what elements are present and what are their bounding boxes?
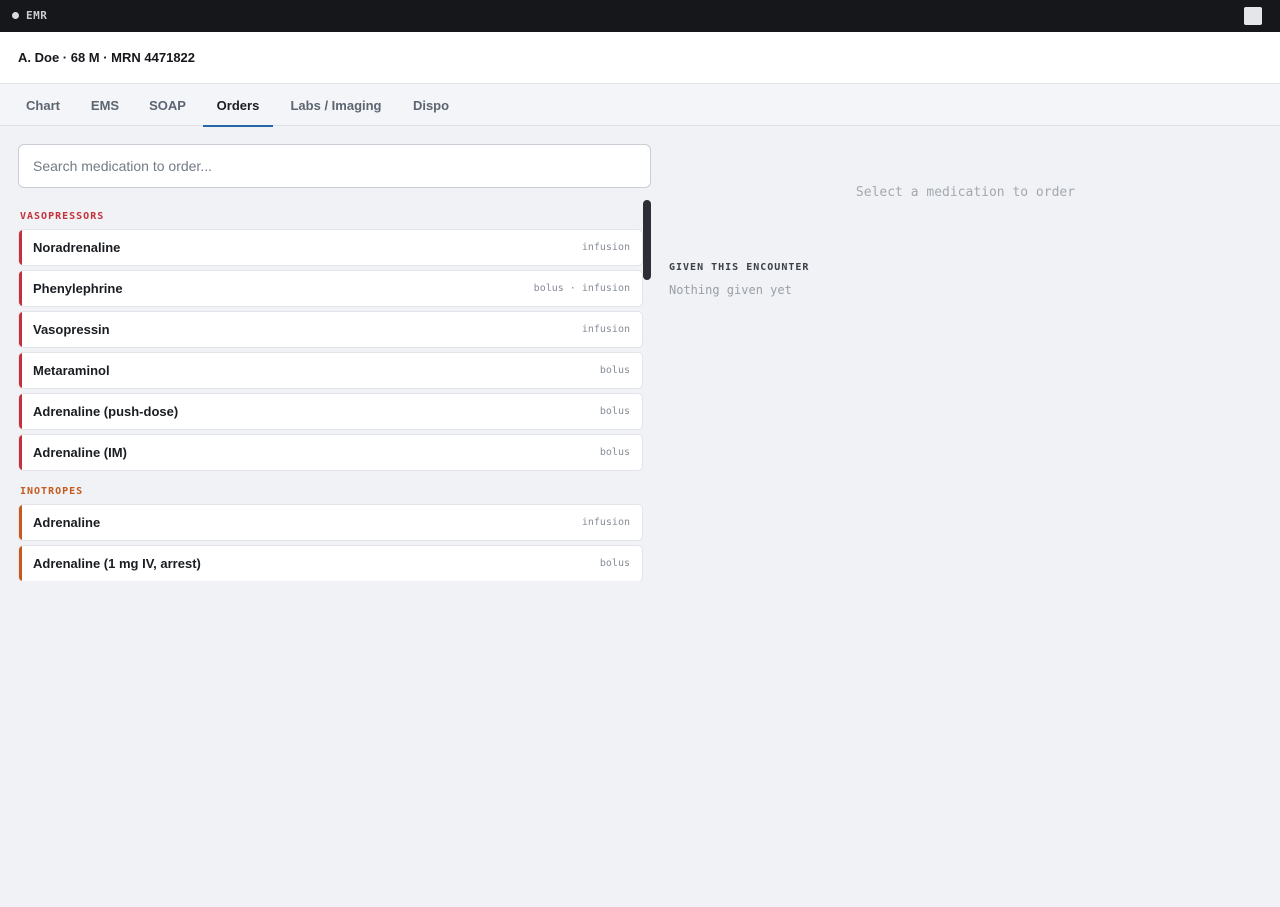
medication-name: Phenylephrine	[33, 281, 123, 296]
medication-item[interactable]: Vasopressin infusion	[18, 311, 643, 348]
medication-name: Adrenaline (1 mg IV, arrest)	[33, 556, 201, 571]
medication-route: bolus · infusion	[533, 283, 630, 294]
medication-route: bolus	[599, 406, 630, 417]
category-color-bar	[19, 271, 22, 306]
medication-route: infusion	[581, 324, 630, 335]
section-label-vasopressors: VASOPRESSORS	[20, 211, 105, 222]
status-dot-icon	[12, 12, 19, 19]
square-icon[interactable]	[1244, 7, 1262, 25]
medication-route: bolus	[599, 365, 630, 376]
section-label-inotropes: INOTROPES	[20, 486, 84, 497]
tab-orders[interactable]: Orders	[203, 84, 273, 127]
tab-dispo[interactable]: Dispo	[400, 84, 462, 126]
patient-summary: A. Doe · 68 M · MRN 4471822	[18, 50, 196, 65]
category-color-bar	[19, 435, 22, 470]
medication-search-input[interactable]	[18, 144, 651, 188]
category-color-bar	[19, 230, 22, 265]
medication-item[interactable]: Adrenaline (1 mg IV, arrest) bolus	[18, 545, 643, 581]
medication-name: Adrenaline (push-dose)	[33, 404, 179, 419]
given-empty-state: Nothing given yet	[669, 283, 792, 297]
medication-list: VASOPRESSORS Noradrenaline infusion Phen…	[18, 200, 644, 581]
app-title: EMR	[26, 9, 48, 22]
tab-labs-imaging[interactable]: Labs / Imaging	[276, 84, 396, 126]
medication-route: bolus	[599, 558, 630, 569]
medication-item[interactable]: Adrenaline (push-dose) bolus	[18, 393, 643, 430]
medication-item[interactable]: Noradrenaline infusion	[18, 229, 643, 266]
tab-chart[interactable]: Chart	[12, 84, 74, 126]
medication-route: infusion	[581, 517, 630, 528]
tab-bar: Chart EMS SOAP Orders Labs / Imaging Dis…	[0, 84, 1280, 127]
category-color-bar	[19, 546, 22, 581]
patient-header: A. Doe · 68 M · MRN 4471822	[0, 32, 1280, 84]
category-color-bar	[19, 505, 22, 540]
medication-name: Metaraminol	[33, 363, 110, 378]
category-color-bar	[19, 353, 22, 388]
medication-item[interactable]: Adrenaline (IM) bolus	[18, 434, 643, 471]
medication-name: Vasopressin	[33, 322, 110, 337]
select-medication-hint: Select a medication to order	[855, 185, 1076, 200]
medication-item[interactable]: Phenylephrine bolus · infusion	[18, 270, 643, 307]
category-color-bar	[19, 394, 22, 429]
tab-soap[interactable]: SOAP	[136, 84, 199, 126]
medication-item[interactable]: Metaraminol bolus	[18, 352, 643, 389]
medication-name: Adrenaline	[33, 515, 101, 530]
app-bar: EMR	[0, 0, 1280, 32]
medication-item[interactable]: Adrenaline infusion	[18, 504, 643, 541]
tab-ems[interactable]: EMS	[78, 84, 132, 126]
medication-route: infusion	[581, 242, 630, 253]
medication-name: Noradrenaline	[33, 240, 121, 255]
medication-route: bolus	[599, 447, 630, 458]
medication-list-scrollbar[interactable]	[643, 200, 651, 280]
category-color-bar	[19, 312, 22, 347]
medication-name: Adrenaline (IM)	[33, 445, 127, 460]
given-this-encounter-heading: GIVEN THIS ENCOUNTER	[669, 262, 810, 273]
